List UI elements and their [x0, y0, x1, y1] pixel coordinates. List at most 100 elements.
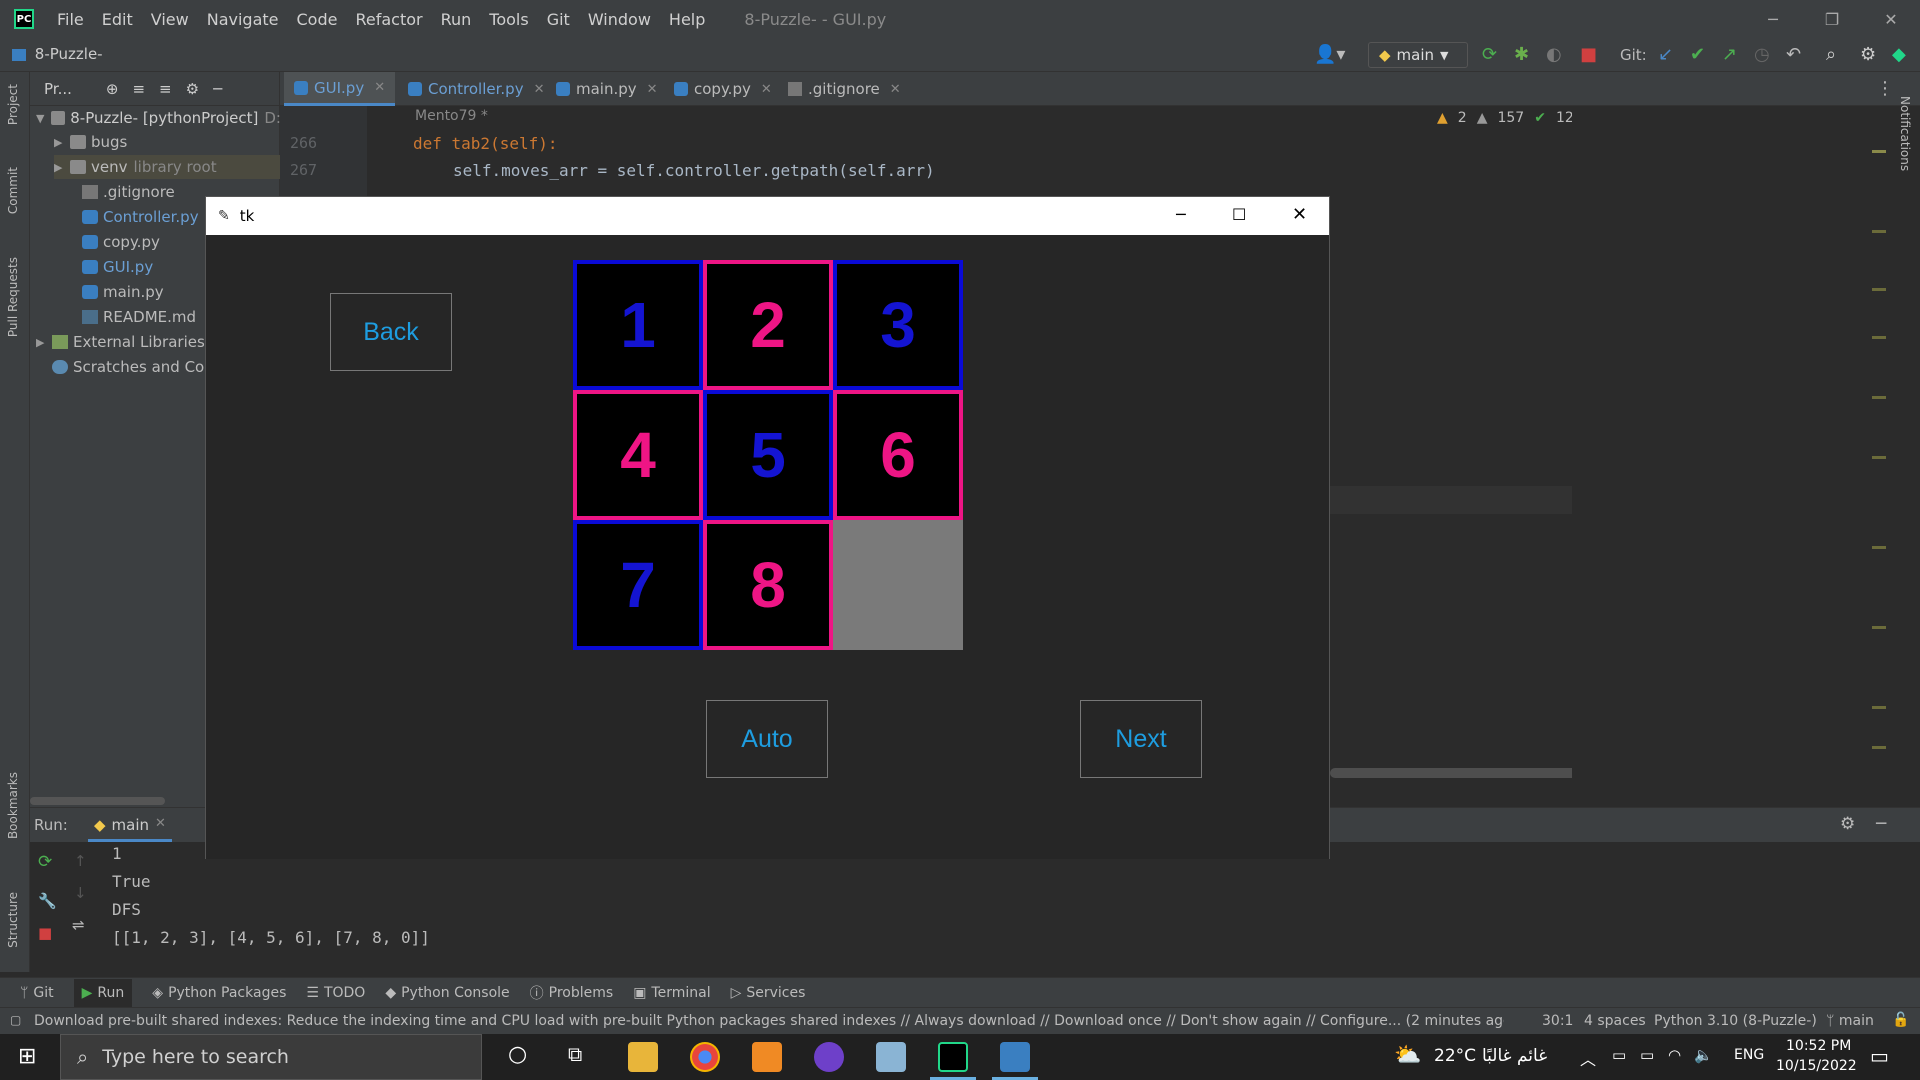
puzzle-tile[interactable]: 4	[573, 390, 703, 520]
hide-icon[interactable]: ─	[1876, 814, 1886, 834]
arrow-up-icon[interactable]: ↑	[74, 852, 87, 870]
collapse-all-icon[interactable]: ≡	[159, 80, 172, 98]
close-icon[interactable]: ✕	[761, 82, 772, 97]
horizontal-scrollbar[interactable]	[30, 797, 165, 805]
tab-gitignore[interactable]: .gitignore ✕	[778, 72, 911, 106]
battery-icon[interactable]: ▭	[1640, 1046, 1654, 1064]
project-panel-title[interactable]: Pr...	[44, 80, 72, 98]
tool-tab-python-console[interactable]: ◆ Python Console	[385, 985, 509, 1001]
breadcrumb[interactable]: 8-Puzzle-	[12, 45, 103, 63]
menu-edit[interactable]: Edit	[93, 10, 142, 29]
stripe-marker[interactable]	[1872, 706, 1886, 709]
rollback-icon[interactable]: ↶	[1786, 44, 1801, 65]
soft-wrap-icon[interactable]: ⇌	[72, 916, 85, 934]
puzzle-tile[interactable]: 3	[833, 260, 963, 390]
weather-text[interactable]: غائم غالبًا	[1482, 1046, 1547, 1066]
close-icon[interactable]: ✕	[155, 816, 166, 835]
menu-help[interactable]: Help	[660, 10, 714, 29]
close-icon[interactable]: ✕	[374, 80, 385, 95]
tool-tab-pull-requests[interactable]: Pull Requests	[6, 257, 20, 337]
menu-git[interactable]: Git	[538, 10, 579, 29]
run-tab-main[interactable]: ◆ main ✕	[88, 812, 172, 842]
puzzle-tile[interactable]: 1	[573, 260, 703, 390]
coverage-icon[interactable]: ◐	[1546, 44, 1562, 65]
close-icon[interactable]: ✕	[1862, 0, 1920, 38]
auto-button[interactable]: Auto	[706, 700, 828, 778]
gear-icon[interactable]: ⚙	[1840, 814, 1855, 834]
jetbrains-icon[interactable]: ◆	[1892, 44, 1906, 65]
locate-icon[interactable]: ⊕	[106, 80, 119, 98]
tree-item-bugs[interactable]: ▶ bugs	[54, 130, 304, 154]
tool-tab-terminal[interactable]: ▣ Terminal	[633, 985, 710, 1001]
volume-icon[interactable]: 🔈	[1694, 1046, 1713, 1064]
hide-icon[interactable]: ─	[213, 80, 222, 98]
git-update-icon[interactable]: ↙	[1658, 44, 1673, 65]
indent-setting[interactable]: 4 spaces	[1584, 1013, 1646, 1029]
stripe-marker[interactable]	[1872, 746, 1886, 749]
expand-all-icon[interactable]: ≡	[132, 80, 145, 98]
menu-tools[interactable]: Tools	[480, 10, 537, 29]
puzzle-empty-tile[interactable]	[833, 520, 963, 650]
run-config-selector[interactable]: ◆ main ▼	[1368, 42, 1468, 68]
git-branch-status[interactable]: ᛘ main	[1826, 1013, 1874, 1029]
taskbar-search[interactable]: ⌕ Type here to search	[60, 1034, 482, 1080]
tk-titlebar[interactable]: ✎ tk ─ ☐ ✕	[206, 197, 1329, 235]
tool-tab-bookmarks[interactable]: Bookmarks	[6, 772, 20, 839]
windows-start-icon[interactable]: ⊞	[18, 1044, 36, 1069]
tool-tab-todo[interactable]: ☰ TODO	[306, 985, 365, 1001]
chevron-up-icon[interactable]: ︿	[1580, 1046, 1596, 1070]
tool-tab-commit[interactable]: Commit	[6, 167, 20, 214]
minimize-icon[interactable]: ─	[1176, 205, 1186, 224]
menu-code[interactable]: Code	[288, 10, 347, 29]
tool-tab-structure[interactable]: Structure	[6, 892, 20, 948]
puzzle-tile[interactable]: 6	[833, 390, 963, 520]
wrench-icon[interactable]: 🔧	[38, 892, 57, 910]
pdf-app-icon[interactable]	[752, 1042, 782, 1072]
task-view-icon[interactable]: ⧉	[568, 1042, 582, 1066]
git-history-icon[interactable]: ◷	[1754, 44, 1770, 65]
rerun-icon[interactable]: ⟳	[1482, 44, 1497, 65]
tab-main-py[interactable]: main.py ✕	[546, 72, 668, 106]
puzzle-tile[interactable]: 2	[703, 260, 833, 390]
language-indicator[interactable]: ENG	[1734, 1047, 1764, 1063]
notepad-icon[interactable]	[876, 1042, 906, 1072]
gear-icon[interactable]: ⚙	[1860, 44, 1876, 65]
stripe-marker[interactable]	[1872, 456, 1886, 459]
menu-file[interactable]: File	[48, 10, 93, 29]
close-icon[interactable]: ✕	[534, 82, 545, 97]
close-icon[interactable]: ✕	[647, 82, 658, 97]
git-push-icon[interactable]: ↗	[1722, 44, 1737, 65]
tree-item-venv[interactable]: ▶ venv library root	[54, 155, 304, 179]
close-icon[interactable]: ✕	[1292, 204, 1307, 225]
tree-item-root[interactable]: ▼ 8-Puzzle- [pythonProject] D:\	[36, 106, 286, 130]
stripe-marker[interactable]	[1872, 230, 1886, 233]
next-button[interactable]: Next	[1080, 700, 1202, 778]
status-message[interactable]: Download pre-built shared indexes: Reduc…	[34, 1013, 1504, 1029]
cortana-icon[interactable]: ○	[508, 1042, 527, 1067]
back-button[interactable]: Back	[330, 293, 452, 371]
stripe-marker[interactable]	[1872, 150, 1886, 153]
menu-window[interactable]: Window	[579, 10, 660, 29]
rerun-icon[interactable]: ⟳	[38, 852, 52, 872]
restore-icon[interactable]: ❐	[1803, 0, 1861, 38]
puzzle-tile[interactable]: 5	[703, 390, 833, 520]
stripe-marker[interactable]	[1872, 336, 1886, 339]
github-desktop-icon[interactable]	[814, 1042, 844, 1072]
menu-run[interactable]: Run	[432, 10, 481, 29]
stop-icon[interactable]: ■	[1580, 44, 1597, 65]
tool-tab-run[interactable]: ▶ Run	[73, 978, 133, 1007]
close-icon[interactable]: ✕	[890, 82, 901, 97]
tab-copy-py[interactable]: copy.py ✕	[664, 72, 782, 106]
pycharm-taskbar-icon[interactable]	[938, 1042, 968, 1072]
debug-icon[interactable]: ✱	[1514, 44, 1529, 65]
tab-gui-py[interactable]: GUI.py ✕	[284, 72, 396, 106]
stripe-marker[interactable]	[1872, 626, 1886, 629]
chrome-icon[interactable]	[690, 1042, 720, 1072]
python-tk-taskbar-icon[interactable]	[1000, 1042, 1030, 1072]
file-explorer-icon[interactable]	[628, 1042, 658, 1072]
clock-time[interactable]: 10:52 PM	[1786, 1038, 1851, 1054]
lock-icon[interactable]: 🔓	[1892, 1012, 1909, 1028]
wifi-icon[interactable]: ◠	[1668, 1046, 1681, 1064]
search-icon[interactable]: ⌕	[1826, 44, 1836, 65]
stripe-marker[interactable]	[1872, 288, 1886, 291]
